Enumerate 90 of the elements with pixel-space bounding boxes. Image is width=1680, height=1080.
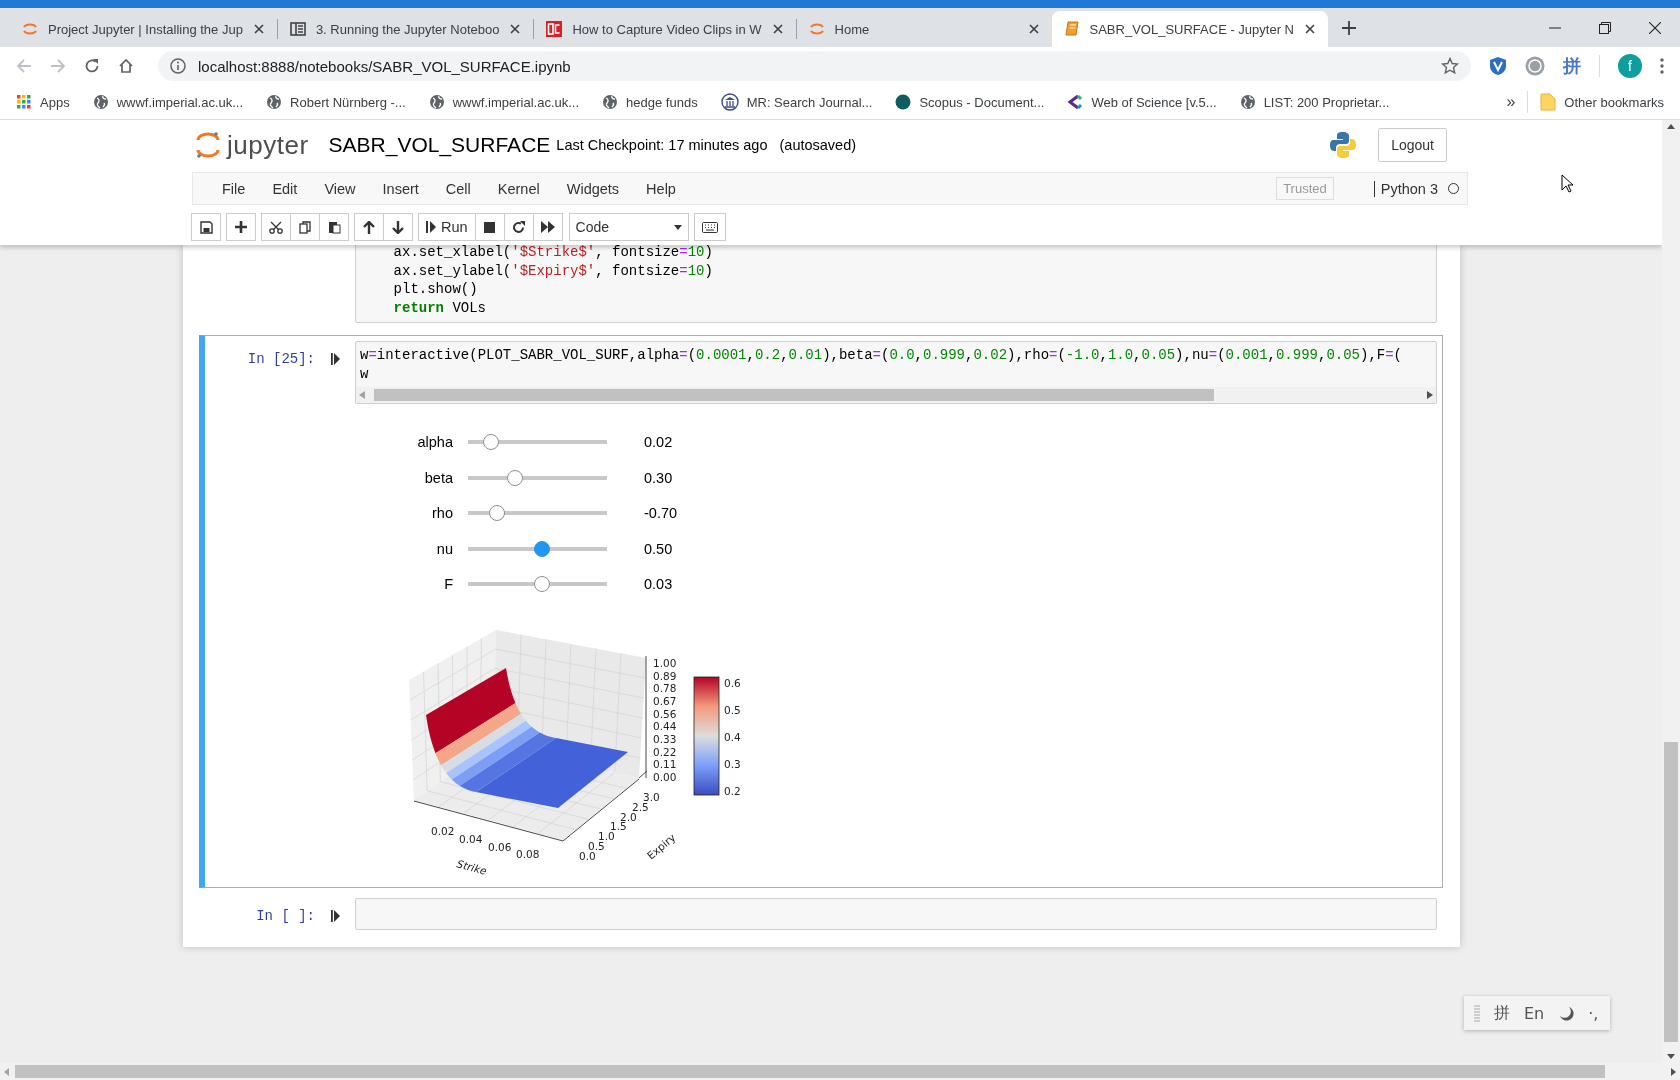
- code-line: ax.set_xlabel('$Strike$', fontsize=10): [392, 245, 714, 262]
- code-input[interactable]: w=interactive(PLOT_SABR_VOL_SURF,alpha=(0.0001,0.2,0.01),beta=(0.0,0.999,0.02),rho=(-1.0,1.0,0.05),nu=(0.001,0.999,0.05),F=( w: [355, 340, 1437, 405]
- menu-item[interactable]: File: [210, 180, 261, 197]
- notebook-cell[interactable]: ax.set_xlabel('$Strike$', fontsize=10) ax.set_ylabel('$Expiry$', fontsize=10) plt.show() return VOLs: [199, 245, 1443, 329]
- menu-item[interactable]: View: [312, 180, 371, 197]
- slider-value: 0.50: [644, 540, 673, 557]
- slider-label: beta: [423, 469, 453, 486]
- tick-label: 0.67: [653, 695, 677, 708]
- bookmark[interactable]: Apps: [16, 94, 70, 110]
- bookmark[interactable]: Scopus - Document...: [895, 94, 1045, 110]
- tick-label: 2.5: [632, 801, 649, 814]
- slider-label: F: [443, 576, 453, 593]
- bookmark[interactable]: LIST: 200 Proprietar...: [1239, 94, 1390, 110]
- jupyter-logo-text[interactable]: jupyter: [227, 129, 309, 161]
- punctuation-button[interactable]: ·,: [1588, 1003, 1599, 1023]
- browser-tab[interactable]: 3. Running the Jupyter Noteboo: [277, 11, 534, 47]
- tab-title: How to Capture Video Clips in W: [572, 21, 762, 37]
- tick-label: 0.5: [724, 704, 741, 717]
- menu-item[interactable]: Widgets: [554, 180, 635, 197]
- code-line: w: [360, 364, 370, 384]
- notebook-cell[interactable]: In [ ]:: [199, 892, 1443, 937]
- slider-value: 0.02: [644, 434, 673, 450]
- tick-label: 0.6: [724, 677, 741, 690]
- tick-label: 0.56: [653, 707, 677, 720]
- tab-title: SABR_VOL_SURFACE - Jupyter N: [1089, 21, 1294, 37]
- url-text: localhost:8888/notebooks/SABR_VOL_SURFACE.ipynb: [198, 57, 572, 75]
- bookmark[interactable]: hedge funds: [602, 94, 698, 110]
- tick-label: 0.00: [653, 771, 677, 784]
- run-button[interactable]: Run: [418, 213, 476, 241]
- menu-item[interactable]: Edit: [260, 180, 313, 197]
- cell-prompt: In [ ]:: [256, 908, 315, 925]
- tick-label: 0.3: [724, 758, 741, 771]
- slider-value: 0.03: [644, 576, 673, 593]
- checkpoint-text: Last Checkpoint: 17 minutes ago: [556, 137, 768, 153]
- tick-label: 0.08: [516, 848, 540, 861]
- bookmark[interactable]: wwwf.imperial.ac.uk...: [428, 94, 580, 110]
- autosave-status: (autosaved): [779, 137, 857, 153]
- tick-label: 0.5: [588, 840, 605, 853]
- slider-label: nu: [435, 540, 453, 557]
- menu-item[interactable]: Kernel: [485, 180, 555, 197]
- input-mode-button[interactable]: 拼: [1494, 1002, 1510, 1024]
- tick-label: 1.0: [598, 830, 615, 843]
- slider-value: -0.70: [644, 505, 678, 522]
- tick-label: 0.4: [724, 731, 741, 744]
- tick-label: 0.11: [653, 758, 677, 771]
- slider-label: rho: [431, 505, 453, 522]
- tick-label: 0.02: [431, 825, 455, 838]
- slider-label: alpha: [416, 434, 453, 450]
- code-line: return VOLs: [392, 299, 488, 318]
- bookmark[interactable]: Web of Science [v.5...: [1067, 94, 1217, 110]
- tab-title: Home: [834, 21, 871, 37]
- kernel-name[interactable]: Python 3: [1373, 180, 1438, 197]
- menu-item[interactable]: Help: [634, 180, 691, 197]
- tick-label: 0.89: [653, 669, 677, 682]
- notebook-name[interactable]: SABR_VOL_SURFACE: [328, 133, 551, 157]
- code-line: w=interactive(PLOT_SABR_VOL_SURF,alpha=(0.0001,0.2,0.01),beta=(0.0,0.999,0.02),rho=(-1.0,1.0,0.05),nu=(0.001,0.999,0.05),F=(: [360, 345, 1403, 365]
- code-input[interactable]: ax.set_xlabel('$Strike$', fontsize=10) ax.set_ylabel('$Expiry$', fontsize=10) plt.show() return VOLs: [355, 245, 1437, 323]
- browser-tab[interactable]: How to Capture Video Clips in W: [534, 11, 796, 47]
- cell-type-dropdown[interactable]: Code: [568, 213, 689, 241]
- language-button[interactable]: En: [1524, 1003, 1545, 1023]
- bookmark[interactable]: wwwf.imperial.ac.uk...: [92, 94, 244, 110]
- axis-label: Strike: [455, 857, 489, 878]
- tick-label: 0.06: [488, 841, 512, 854]
- bookmark[interactable]: MR: Search Journal...: [720, 93, 873, 111]
- tick-label: 0.22: [653, 745, 677, 758]
- cell-prompt: In [25]:: [247, 350, 315, 367]
- address-bar[interactable]: localhost:8888/notebooks/SABR_VOL_SURFACE.ipynb: [158, 51, 1471, 81]
- code-line: ax.set_ylabel('$Expiry$', fontsize=10): [392, 261, 714, 281]
- bookmark[interactable]: Robert Nürnberg -...: [266, 94, 406, 110]
- tick-label: 3.0: [643, 791, 660, 804]
- menu-item[interactable]: Cell: [433, 180, 486, 197]
- logout-button[interactable]: Logout: [1378, 128, 1447, 162]
- tick-label: 0.78: [653, 682, 677, 695]
- slider-value: 0.30: [644, 469, 673, 486]
- tab-title: Project Jupyter | Installing the Jup: [48, 21, 243, 37]
- code-line: plt.show(): [392, 280, 479, 300]
- other-bookmarks[interactable]: Other bookmarks: [1540, 93, 1664, 111]
- tick-label: 1.00: [653, 657, 677, 670]
- tick-label: 0.04: [459, 833, 483, 846]
- tick-label: 0.33: [653, 733, 677, 746]
- more-bookmarks-button[interactable]: »: [1506, 93, 1516, 111]
- menu-item[interactable]: Insert: [370, 180, 434, 197]
- tick-label: 0.44: [653, 720, 677, 733]
- tab-title: 3. Running the Jupyter Noteboo: [315, 21, 500, 37]
- tick-label: 0.0: [579, 850, 596, 863]
- extension-button[interactable]: 拼: [1563, 54, 1581, 78]
- browser-tab[interactable]: SABR_VOL_SURFACE - Jupyter N: [1051, 11, 1328, 47]
- browser-tab[interactable]: Project Jupyter | Installing the Jup: [10, 11, 277, 47]
- browser-tab[interactable]: Home: [796, 11, 1052, 47]
- tick-label: 0.2: [724, 785, 741, 798]
